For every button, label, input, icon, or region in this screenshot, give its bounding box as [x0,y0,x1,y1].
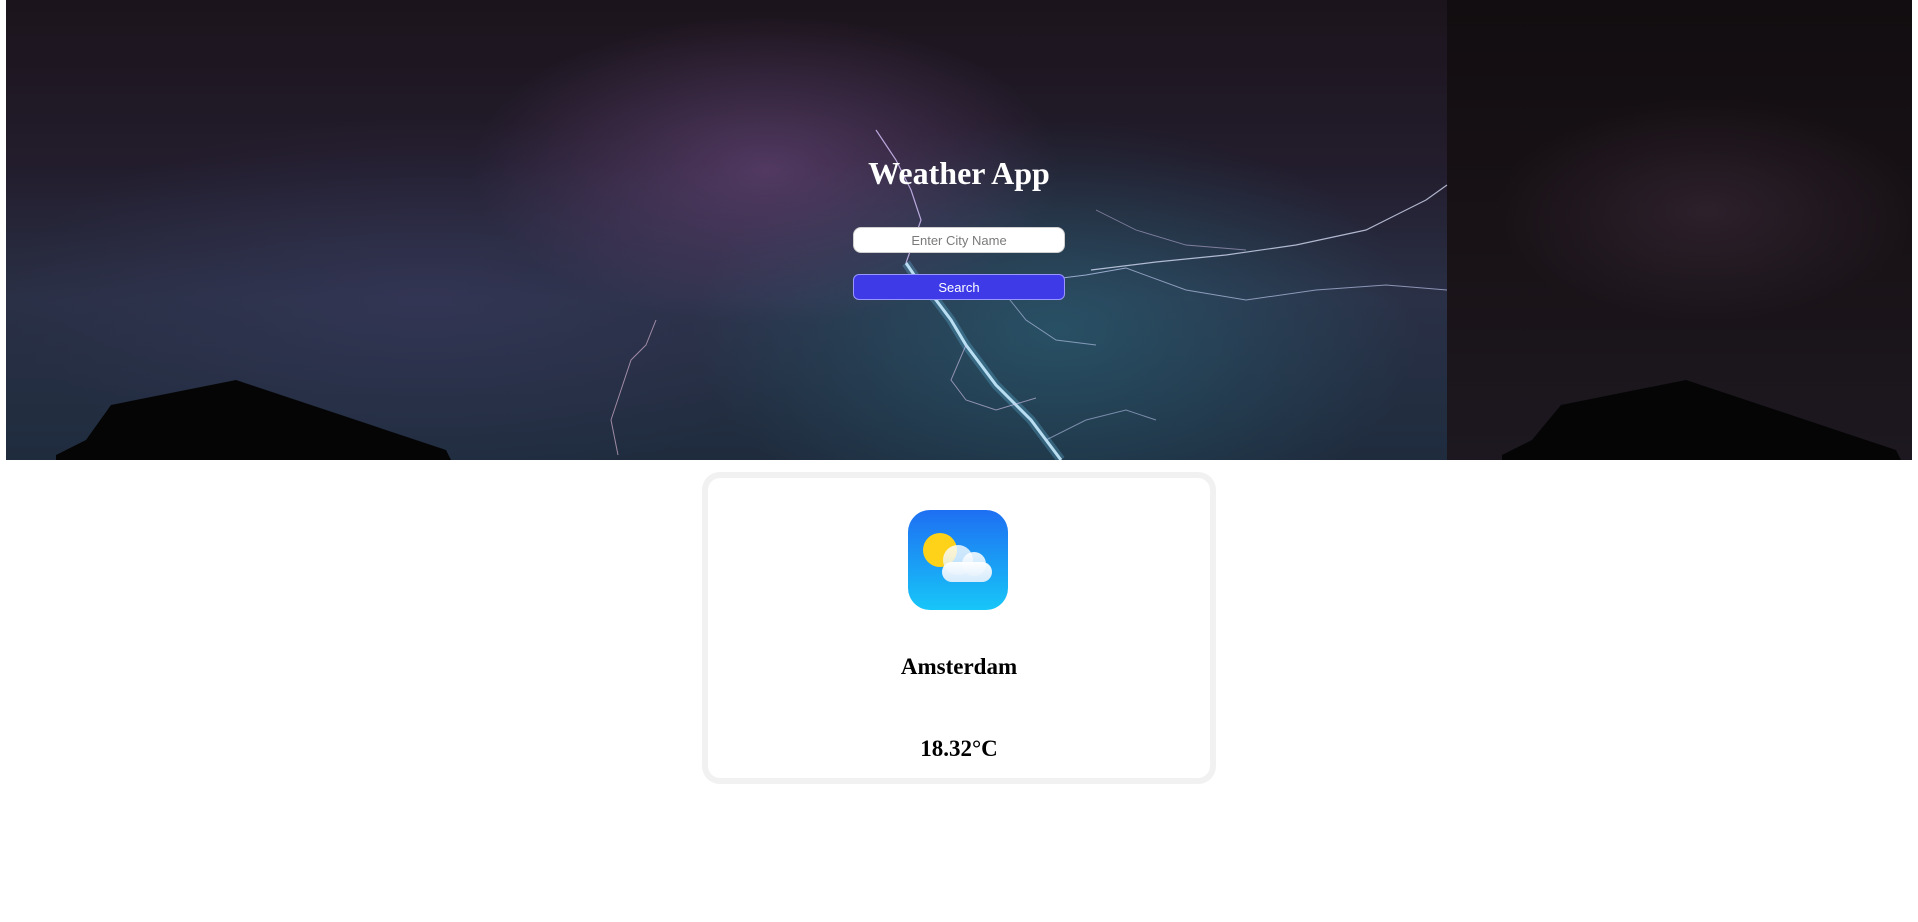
temperature-value: 18.32°C [920,736,998,761]
city-name: Amsterdam [900,654,1018,679]
partly-cloudy-icon [908,510,1008,610]
search-button[interactable]: Search [853,274,1065,300]
page-title: Weather App [868,155,1050,191]
city-search-input[interactable] [853,227,1065,253]
page: Weather App Search Amsterdam 18.32°C [0,0,1918,922]
